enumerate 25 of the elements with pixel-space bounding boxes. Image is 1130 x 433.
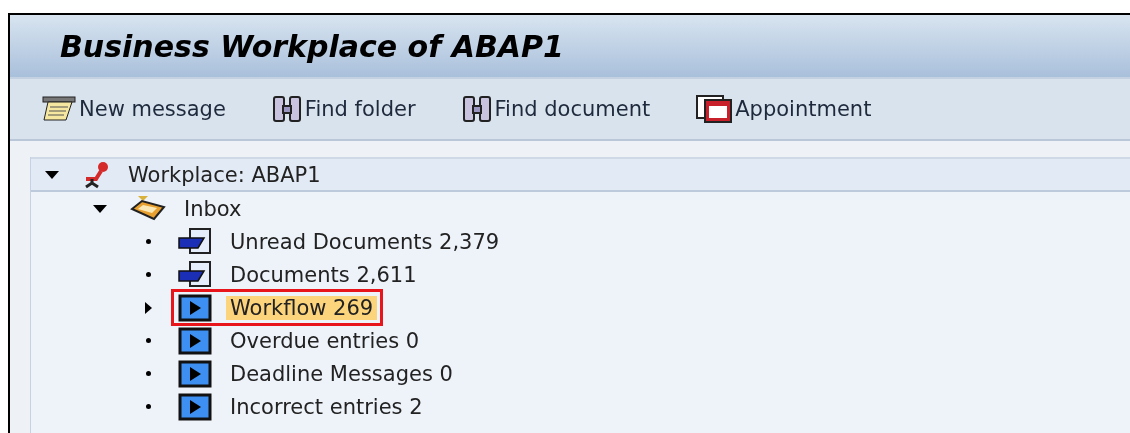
bullet-icon [145,338,151,343]
notepad-icon [42,96,76,122]
play-box-icon [178,293,212,322]
bullet-icon [145,272,151,277]
toolbar-button[interactable]: Find document [461,95,651,123]
bullet-icon [145,404,151,409]
play-box-icon [178,326,212,355]
document-folder-icon [178,227,212,256]
inbox-tray-icon [130,194,166,223]
calendar-icon [696,95,733,123]
document-folder-icon [178,260,212,289]
play-box-icon [178,392,212,421]
bullet-icon [145,371,151,376]
collapse-arrow-icon[interactable] [93,204,107,213]
binoculars-icon [461,95,492,123]
binoculars-icon [271,95,302,123]
collapse-arrow-icon[interactable] [45,170,59,179]
toolbar-button[interactable]: Find folder [271,95,416,123]
window-title: Business Workplace of ABAP1 [60,28,564,64]
expand-arrow-icon[interactable] [144,301,152,314]
toolbar-button[interactable]: New message [42,96,226,122]
bullet-icon [145,239,151,244]
toolbar-button[interactable]: Appointment [696,95,872,123]
play-box-icon [178,359,212,388]
highlighted-tree-item[interactable]: Workflow 269 [171,289,384,326]
